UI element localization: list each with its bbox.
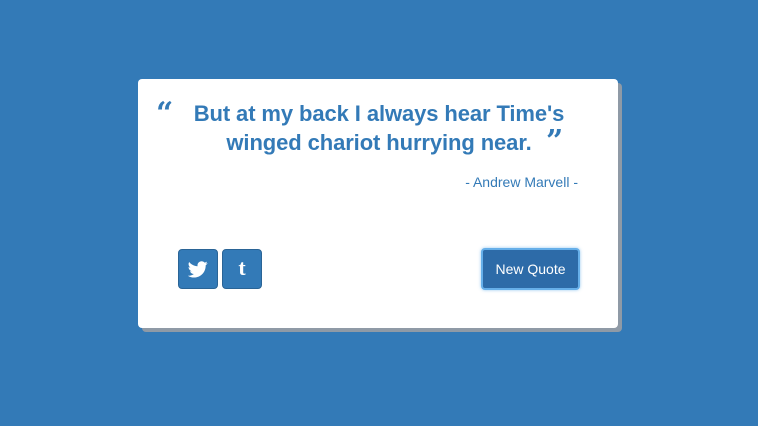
quote-card: “ But at my back I always hear Time's wi… (138, 79, 618, 328)
tumblr-button[interactable]: t (222, 249, 262, 289)
tweet-button[interactable] (178, 249, 218, 289)
open-quote-icon: “ (156, 96, 174, 131)
new-quote-button[interactable]: New Quote (481, 248, 580, 290)
quote-text: But at my back I always hear Time's wing… (193, 101, 565, 155)
close-quote-icon: ” (546, 124, 564, 159)
tumblr-icon: t (238, 255, 246, 280)
twitter-icon (188, 260, 208, 277)
quote-author: - Andrew Marvell - (465, 174, 578, 190)
quote-box: “ But at my back I always hear Time's wi… (154, 99, 604, 157)
